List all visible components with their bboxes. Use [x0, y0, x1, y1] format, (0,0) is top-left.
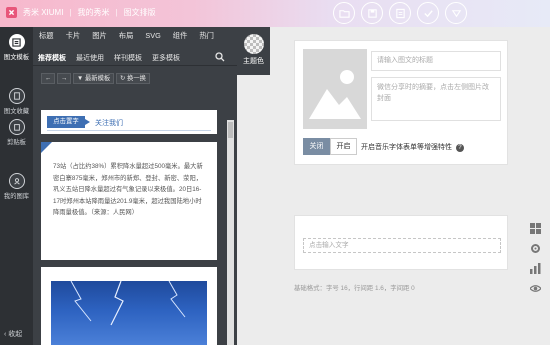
search-icon[interactable] [215, 52, 225, 62]
tab-components[interactable]: 组件 [167, 31, 194, 41]
base-format-info: 基础格式：字号 16，行间距 1.6，字间距 0 [294, 285, 415, 292]
arrow-right-icon: → [61, 75, 68, 82]
panel-scrollbar[interactable] [227, 120, 234, 345]
lightning-storm-image [51, 281, 207, 345]
music-features-label: 开启音乐字体表单等增强特性 ? [361, 142, 464, 152]
filter-icon: ▼ [77, 75, 84, 82]
tab-popular[interactable]: 热门 [193, 31, 220, 41]
sidebar-item-article-templates[interactable]: 图文模板 [0, 34, 33, 61]
divider [33, 65, 237, 66]
left-sidebar: 图文模板 图文收藏 剪贴板 我的图库 ‹ 收起 [0, 27, 33, 345]
corner-decoration [41, 142, 52, 153]
article-body-card: 点击输入文字 [294, 215, 508, 270]
xiumi-logo-icon[interactable] [6, 7, 17, 18]
template-list: 点击置字 关注我们 73站（占比约38%）累积降水量超过500毫米。最大新密白寨… [41, 92, 229, 345]
clipboard-icon [8, 119, 25, 135]
favorites-icon [8, 88, 25, 104]
open-folder-icon[interactable] [333, 2, 355, 24]
theme-color-label: 主题色 [243, 58, 264, 65]
template-card[interactable]: 点击置字 关注我们 [41, 110, 217, 134]
tab-svg[interactable]: SVG [139, 31, 166, 41]
forward-button[interactable]: → [57, 73, 72, 84]
arrow-left-icon: ← [45, 75, 52, 82]
follow-us-text: 关注我们 [95, 120, 123, 127]
tab-more[interactable]: 更多模板 [147, 53, 185, 63]
bar-chart-icon[interactable] [530, 263, 541, 274]
shuffle-label: 换一换 [127, 75, 146, 82]
dropdown-arrow-icon[interactable] [445, 2, 467, 24]
click-to-set-text-pill: 点击置字 [47, 116, 90, 128]
theme-swatch-icon [243, 34, 264, 54]
save-icon[interactable] [361, 2, 383, 24]
toggle-off-button[interactable]: 关闭 [303, 138, 330, 155]
breadcrumb-my-xiumi[interactable]: 我的秀米 [78, 7, 110, 18]
tab-image[interactable]: 图片 [86, 31, 113, 41]
grid-view-icon[interactable] [530, 223, 541, 234]
eye-preview-icon[interactable] [529, 283, 542, 294]
tab-card[interactable]: 卡片 [60, 31, 87, 41]
right-tools [529, 223, 542, 294]
body-text-input[interactable]: 点击输入文字 [303, 238, 501, 253]
template-card[interactable]: 73站（占比约38%）累积降水量超过500毫米。最大新密白寨875毫米，郑州市的… [41, 142, 217, 260]
sidebar-item-clipboard[interactable]: 剪贴板 [0, 119, 33, 146]
cover-image-placeholder[interactable] [303, 49, 367, 129]
collapse-sidebar-button[interactable]: ‹ 收起 [4, 329, 22, 339]
shuffle-button[interactable]: ↻ 换一换 [116, 73, 150, 84]
refresh-icon: ↻ [120, 75, 126, 82]
sidebar-item-favorites[interactable]: 图文收藏 [0, 88, 33, 115]
back-button[interactable]: ← [41, 73, 56, 84]
article-settings-card: 请输入图文的标题 微信分享时的摘要，点击左侧图片改封面 关闭 开启 开启音乐字体… [294, 40, 508, 165]
toggle-on-button[interactable]: 开启 [330, 138, 357, 155]
template-sub-tabs: 推荐模板 最近使用 样刊模板 更多模板 [33, 53, 185, 63]
article-summary-input[interactable]: 微信分享时的摘要，点击左侧图片改封面 [371, 77, 501, 121]
category-tabs: 标题 卡片 图片 布局 SVG 组件 热门 [33, 31, 220, 41]
tab-title[interactable]: 标题 [33, 31, 60, 41]
article-title-input[interactable]: 请输入图文的标题 [371, 51, 501, 71]
top-action-icons [333, 2, 467, 24]
tab-sample[interactable]: 样刊模板 [109, 53, 147, 63]
divider [47, 130, 211, 131]
help-icon[interactable]: ? [455, 144, 464, 152]
sidebar-item-label: 图文模板 [3, 54, 30, 61]
template-toolbar: ← → ▼ 最新模板 ↻ 换一换 [33, 67, 237, 89]
template-body-text: 73站（占比约38%）累积降水量超过500毫米。最大新密白寨875毫米，郑州市的… [53, 163, 203, 217]
settings-gear-icon[interactable] [530, 243, 541, 254]
enhanced-features-toggle: 关闭 开启 [303, 138, 357, 155]
music-features-text: 开启音乐字体表单等增强特性 [361, 144, 452, 151]
brand: 秀米 XIUMI | 我的秀米 | 图文排版 [6, 7, 156, 18]
template-card[interactable] [41, 267, 217, 345]
template-panel: 标题 卡片 图片 布局 SVG 组件 热门 推荐模板 最近使用 样刊模板 更多模… [33, 27, 237, 345]
tab-layout[interactable]: 布局 [113, 31, 140, 41]
breadcrumb-separator: | [69, 8, 72, 17]
sidebar-item-label: 剪贴板 [7, 139, 26, 146]
breadcrumb-article-layout: 图文排版 [123, 8, 156, 17]
gallery-icon [8, 173, 25, 189]
latest-template-button[interactable]: ▼ 最新模板 [73, 73, 115, 84]
article-template-icon [8, 34, 25, 50]
scrollbar-thumb[interactable] [228, 122, 233, 138]
collapse-label: 收起 [8, 331, 23, 338]
latest-template-label: 最新模板 [84, 75, 111, 82]
preview-icon[interactable] [389, 2, 411, 24]
tab-recommended[interactable]: 推荐模板 [33, 53, 71, 63]
sidebar-item-gallery[interactable]: 我的图库 [0, 173, 33, 200]
check-icon[interactable] [417, 2, 439, 24]
breadcrumb-separator: | [115, 8, 118, 17]
sidebar-item-label: 我的图库 [3, 193, 30, 200]
top-bar: 秀米 XIUMI | 我的秀米 | 图文排版 [0, 0, 550, 27]
sidebar-item-label: 图文收藏 [3, 108, 30, 115]
theme-color-picker[interactable]: 主题色 [237, 27, 270, 75]
tab-recent[interactable]: 最近使用 [71, 53, 109, 63]
brand-name[interactable]: 秀米 XIUMI [23, 7, 63, 18]
